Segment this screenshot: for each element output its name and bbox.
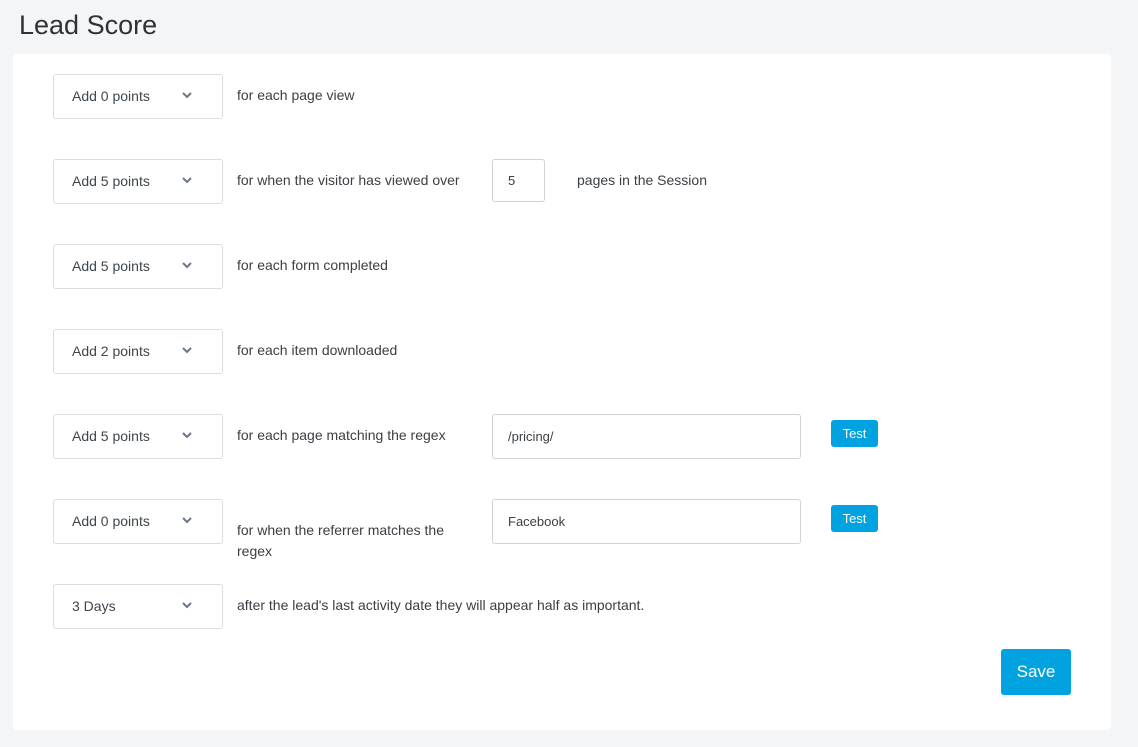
select-value: Add 5 points bbox=[72, 258, 150, 274]
chevron-down-icon bbox=[182, 92, 192, 99]
rule-label: for each form completed bbox=[237, 257, 388, 273]
test-page-regex-button[interactable]: Test bbox=[831, 420, 878, 447]
chevron-down-icon bbox=[182, 177, 192, 184]
rule-label: after the lead's last activity date they… bbox=[237, 597, 645, 613]
select-value: Add 5 points bbox=[72, 173, 150, 189]
chevron-down-icon bbox=[182, 347, 192, 354]
select-value: Add 5 points bbox=[72, 428, 150, 444]
points-select[interactable]: Add 5 points bbox=[53, 159, 223, 204]
points-select[interactable]: Add 2 points bbox=[53, 329, 223, 374]
points-select[interactable]: Add 5 points bbox=[53, 414, 223, 459]
decay-days-select[interactable]: 3 Days bbox=[53, 584, 223, 629]
points-select[interactable]: Add 0 points bbox=[53, 74, 223, 119]
pages-count-input[interactable] bbox=[492, 159, 545, 202]
chevron-down-icon bbox=[182, 432, 192, 439]
chevron-down-icon bbox=[182, 602, 192, 609]
save-button[interactable]: Save bbox=[1001, 649, 1071, 695]
chevron-down-icon bbox=[182, 262, 192, 269]
rule-label: for each page view bbox=[237, 87, 355, 103]
referrer-regex-input[interactable] bbox=[492, 499, 801, 544]
select-value: 3 Days bbox=[72, 598, 116, 614]
rule-label: for each item downloaded bbox=[237, 342, 398, 358]
select-value: Add 0 points bbox=[72, 513, 150, 529]
rule-suffix: pages in the Session bbox=[577, 172, 707, 188]
page-regex-input[interactable] bbox=[492, 414, 801, 459]
rule-label: for when the referrer matches the regex bbox=[237, 522, 444, 559]
select-value: Add 2 points bbox=[72, 343, 150, 359]
page-title: Lead Score bbox=[19, 10, 158, 40]
rule-label: for when the visitor has viewed over bbox=[237, 172, 460, 188]
rule-label: for each page matching the regex bbox=[237, 427, 446, 443]
lead-score-card: Add 0 points for each page view Add 5 po… bbox=[13, 54, 1111, 730]
test-referrer-regex-button[interactable]: Test bbox=[831, 505, 878, 532]
points-select[interactable]: Add 0 points bbox=[53, 499, 223, 544]
chevron-down-icon bbox=[182, 517, 192, 524]
select-value: Add 0 points bbox=[72, 88, 150, 104]
points-select[interactable]: Add 5 points bbox=[53, 244, 223, 289]
